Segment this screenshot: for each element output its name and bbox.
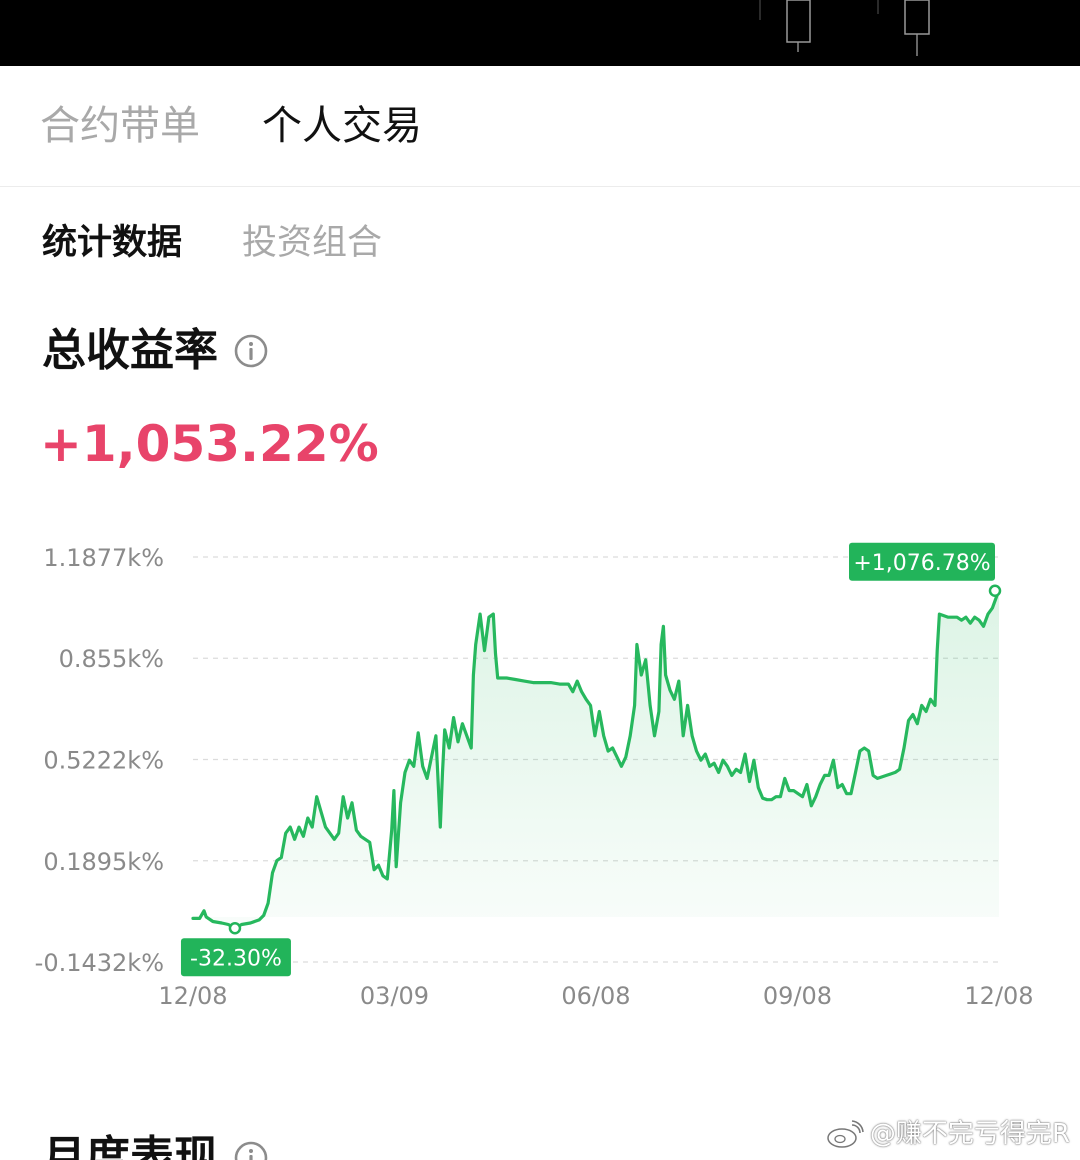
return-chart[interactable]: 1.1877k% 0.855k% 0.5222k% 0.1895k% -0.1432k%… bbox=[0, 520, 1080, 1020]
y-tick-label: 0.5222k% bbox=[43, 747, 164, 775]
max-label-text: +1,076.78% bbox=[853, 551, 990, 576]
watermark-text: @赚不完亏得完R bbox=[869, 1119, 1070, 1149]
watermark: @赚不完亏得完R bbox=[826, 1114, 1070, 1154]
x-tick-label: 12/08 bbox=[158, 982, 227, 1010]
x-tick-label: 09/08 bbox=[763, 982, 832, 1010]
info-icon[interactable] bbox=[233, 1140, 269, 1160]
y-tick-label: 0.855k% bbox=[59, 645, 164, 673]
monthly-performance-title: 月度表现 bbox=[42, 1132, 218, 1160]
total-return-value: +1,053.22% bbox=[40, 415, 379, 473]
page-root: 合约带单 个人交易 统计数据 投资组合 总收益率 +1,053.22% 1.18… bbox=[0, 0, 1080, 1160]
x-tick-label: 06/08 bbox=[561, 982, 630, 1010]
weibo-icon bbox=[827, 1120, 864, 1148]
top-status-strip bbox=[0, 0, 1080, 66]
tab-personal-trading[interactable]: 个人交易 bbox=[262, 102, 422, 150]
y-tick-label: -0.1432k% bbox=[35, 949, 164, 977]
min-label-text: -32.30% bbox=[190, 946, 282, 971]
y-tick-label: 0.1895k% bbox=[43, 848, 164, 876]
candlestick-decoration bbox=[759, 0, 930, 56]
subtab-portfolio[interactable]: 投资组合 bbox=[242, 222, 382, 264]
x-tick-label: 03/09 bbox=[360, 982, 429, 1010]
tab-copy-trading[interactable]: 合约带单 bbox=[40, 102, 200, 150]
y-tick-label: 1.1877k% bbox=[43, 544, 164, 572]
main-tab-bar: 合约带单 个人交易 bbox=[0, 66, 1080, 187]
total-return-title: 总收益率 bbox=[42, 325, 218, 376]
subtab-statistics[interactable]: 统计数据 bbox=[42, 222, 182, 264]
max-point-marker bbox=[988, 584, 1002, 598]
min-point-marker bbox=[228, 922, 242, 935]
x-tick-label: 12/08 bbox=[964, 982, 1033, 1010]
info-icon[interactable] bbox=[233, 333, 269, 369]
